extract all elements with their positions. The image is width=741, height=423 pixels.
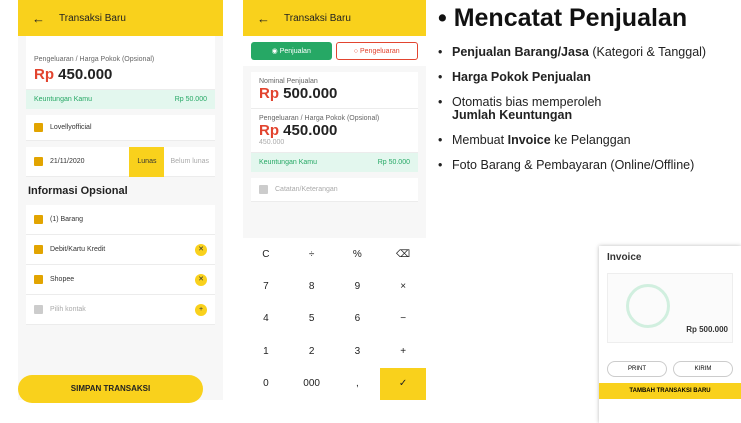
sale-label: Nominal Penjualan <box>259 78 318 85</box>
key-clear[interactable]: C <box>243 238 289 270</box>
optional-info-header: Informasi Opsional <box>28 185 128 197</box>
key-confirm[interactable]: ✓ <box>380 367 426 400</box>
save-transaction-button[interactable]: SIMPAN TRANSAKSI <box>18 375 203 403</box>
profit-value: Rp 50.000 <box>377 159 410 166</box>
payment-field[interactable]: Debit/Kartu Kredit ✕ <box>26 235 215 265</box>
payment-label: Debit/Kartu Kredit <box>50 246 106 253</box>
key-000[interactable]: 000 <box>289 368 335 400</box>
key-plus[interactable]: + <box>380 335 426 367</box>
feature-list: Penjualan Barang/Jasa (Kategori & Tangga… <box>438 46 738 184</box>
note-icon <box>259 185 268 194</box>
profit-bar: Keuntungan Kamu Rp 50.000 <box>26 90 215 109</box>
key-9[interactable]: 9 <box>335 270 381 302</box>
invoice-title: Invoice <box>607 252 642 263</box>
paid-stamp-icon <box>626 284 670 328</box>
channel-field[interactable]: Shopee ✕ <box>26 265 215 295</box>
profit-label: Keuntungan Kamu <box>34 96 92 103</box>
key-2[interactable]: 2 <box>289 335 335 367</box>
items-label: (1) Barang <box>50 216 84 223</box>
app-bar: ← Transaksi Baru <box>243 0 426 36</box>
profit-label: Keuntungan Kamu <box>259 159 317 166</box>
tab-expense[interactable]: ○ Pengeluaran <box>335 42 418 60</box>
contact-icon <box>34 305 43 314</box>
sale-amount: Rp 500.000 <box>259 85 338 102</box>
key-divide[interactable]: ÷ <box>289 238 335 270</box>
send-button[interactable]: KIRIM <box>673 361 733 377</box>
calculator-keypad: C ÷ % ⌫ 7 8 9 × 4 5 6 − 1 2 3 + 0 000 , … <box>243 238 426 400</box>
date-field[interactable]: 21/11/2020 <box>50 158 85 165</box>
note-field[interactable]: Catatan/Keterangan <box>251 178 418 202</box>
key-5[interactable]: 5 <box>289 303 335 335</box>
phone-screen-calculator: ← Transaksi Baru ◉ Penjualan ○ Pengeluar… <box>243 0 426 400</box>
key-3[interactable]: 3 <box>335 335 381 367</box>
date-status-row: 21/11/2020 Lunas Belum lunas <box>26 146 215 177</box>
bullet-photo: Foto Barang & Pembayaran (Online/Offline… <box>438 159 738 173</box>
invoice-preview: Invoice Rp 500.000 PRINT KIRIM TAMBAH TR… <box>599 246 741 423</box>
card-icon <box>34 245 43 254</box>
cost-card[interactable]: Pengeluaran / Harga Pokok (Opsional) Rp … <box>251 109 418 153</box>
tab-sale[interactable]: ◉ Penjualan <box>251 42 332 60</box>
status-unpaid-button[interactable]: Belum lunas <box>164 158 215 165</box>
profit-value: Rp 50.000 <box>174 96 207 103</box>
store-name: Lovellyofficial <box>50 124 92 131</box>
key-1[interactable]: 1 <box>243 335 289 367</box>
bullet-cost: Harga Pokok Penjualan <box>438 71 738 85</box>
transaction-type-tabs: ◉ Penjualan ○ Pengeluaran <box>243 36 426 66</box>
cost-amount: Rp 450.000 <box>259 122 338 139</box>
note-placeholder: Catatan/Keterangan <box>275 186 338 193</box>
key-4[interactable]: 4 <box>243 303 289 335</box>
cost-label: Pengeluaran / Harga Pokok (Opsional) <box>34 56 155 63</box>
app-bar-title: Transaksi Baru <box>284 12 351 24</box>
cost-amount: Rp 450.000 <box>34 66 113 83</box>
items-field[interactable]: (1) Barang <box>26 205 215 235</box>
key-6[interactable]: 6 <box>335 303 381 335</box>
slide-title: • Mencatat Penjualan <box>438 4 688 32</box>
bullet-profit: Otomatis bias memperolehJumlah Keuntunga… <box>438 96 738 122</box>
bullet-invoice: Membuat Invoice ke Pelanggan <box>438 134 738 148</box>
key-percent[interactable]: % <box>335 238 381 270</box>
key-7[interactable]: 7 <box>243 270 289 302</box>
cost-card[interactable]: Pengeluaran / Harga Pokok (Opsional) Rp … <box>26 36 215 90</box>
cost-sub-value: 450.000 <box>259 139 285 146</box>
store-icon <box>34 123 43 132</box>
clear-payment-icon[interactable]: ✕ <box>195 243 207 256</box>
calendar-icon <box>34 157 43 166</box>
add-transaction-button[interactable]: TAMBAH TRANSAKSI BARU <box>599 383 741 399</box>
add-contact-icon[interactable]: + <box>195 303 207 316</box>
profit-bar: Keuntungan Kamu Rp 50.000 <box>251 153 418 172</box>
key-8[interactable]: 8 <box>289 270 335 302</box>
invoice-body: Rp 500.000 <box>607 273 733 343</box>
app-bar: ← Transaksi Baru <box>18 0 223 36</box>
app-bar-title: Transaksi Baru <box>59 12 126 24</box>
contact-placeholder: Pilih kontak <box>50 306 86 313</box>
key-comma[interactable]: , <box>335 368 381 400</box>
store-field[interactable]: Lovellyofficial <box>26 115 215 141</box>
contact-field[interactable]: Pilih kontak + <box>26 295 215 325</box>
print-button[interactable]: PRINT <box>607 361 667 377</box>
key-minus[interactable]: − <box>380 303 426 335</box>
cost-label: Pengeluaran / Harga Pokok (Opsional) <box>259 115 380 122</box>
sale-card[interactable]: Nominal Penjualan Rp 500.000 <box>251 72 418 109</box>
invoice-amount: Rp 500.000 <box>686 325 728 334</box>
phone-screen-transaction-detail: ← Transaksi Baru Pengeluaran / Harga Pok… <box>18 0 223 400</box>
key-multiply[interactable]: × <box>380 270 426 302</box>
bullet-sales: Penjualan Barang/Jasa (Kategori & Tangga… <box>438 46 738 60</box>
clear-channel-icon[interactable]: ✕ <box>195 273 207 286</box>
shop-icon <box>34 275 43 284</box>
back-arrow-icon[interactable]: ← <box>257 11 270 26</box>
invoice-actions: PRINT KIRIM <box>607 361 733 377</box>
back-arrow-icon[interactable]: ← <box>32 11 45 26</box>
key-backspace[interactable]: ⌫ <box>380 238 426 270</box>
box-icon <box>34 215 43 224</box>
status-paid-button[interactable]: Lunas <box>129 146 165 177</box>
key-0[interactable]: 0 <box>243 368 289 400</box>
channel-label: Shopee <box>50 276 75 283</box>
